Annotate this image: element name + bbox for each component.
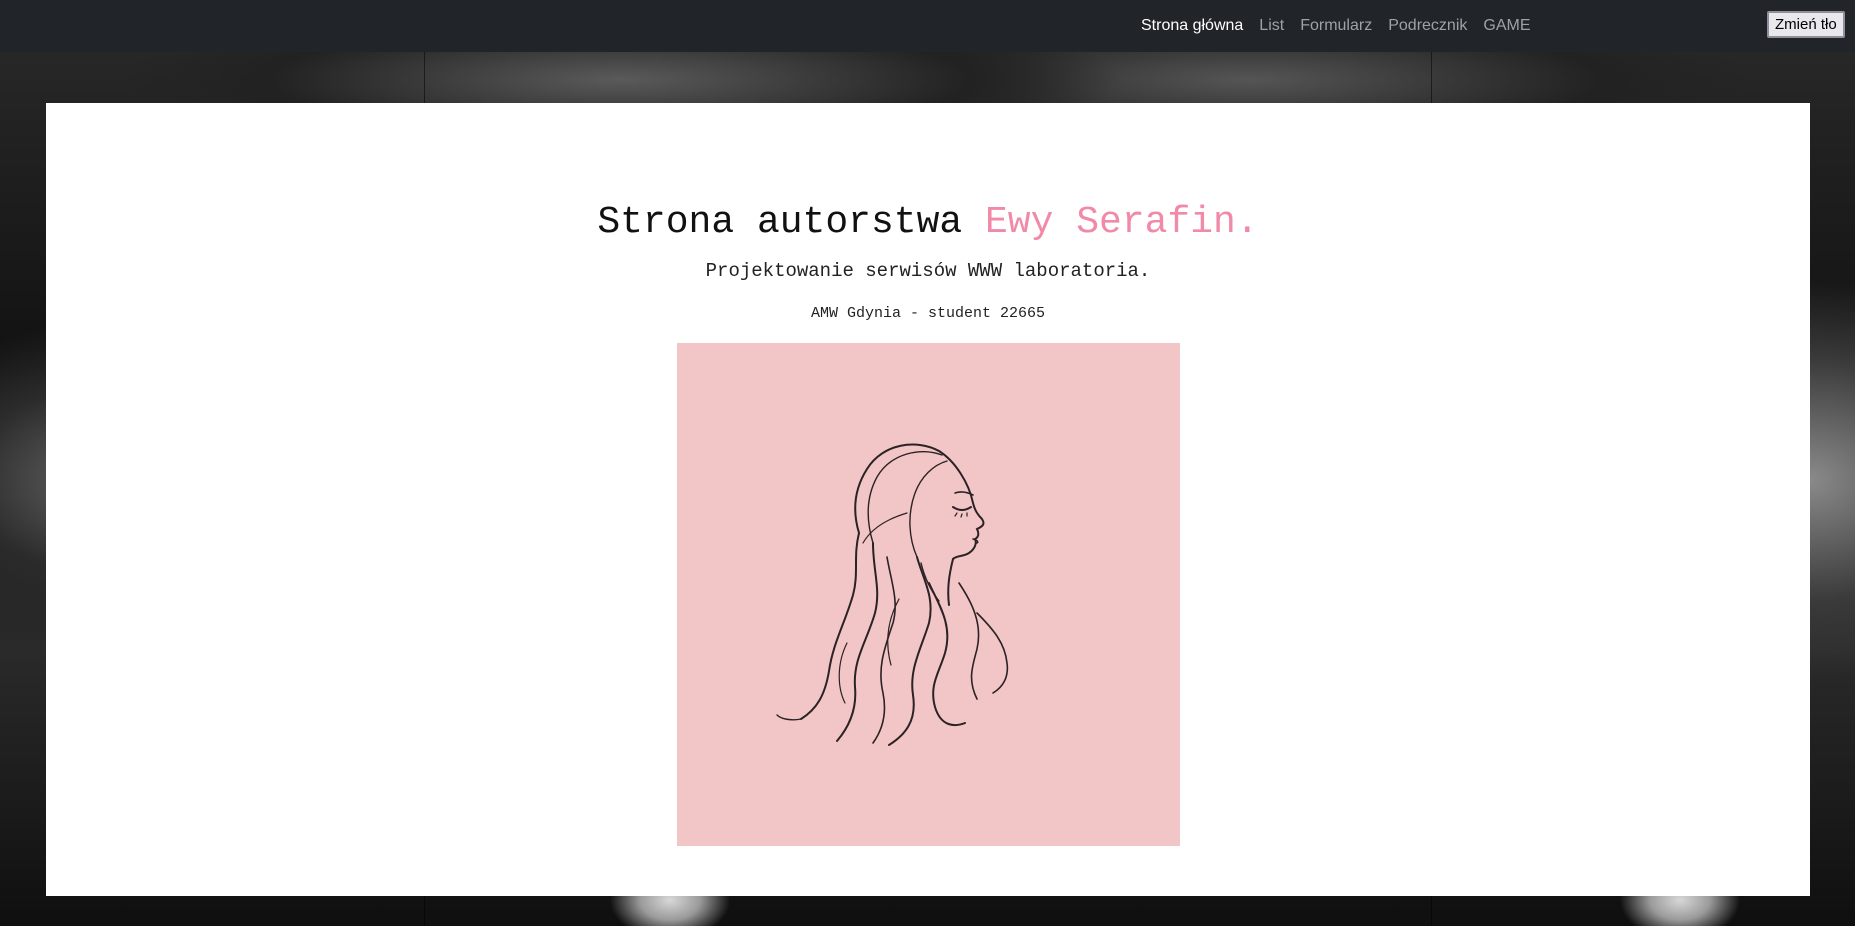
nav-item-handbook[interactable]: Podrecznik xyxy=(1380,0,1475,52)
nav-item-game[interactable]: GAME xyxy=(1475,0,1538,52)
nav-links: Strona główna List Formularz Podrecznik … xyxy=(1133,0,1539,52)
page-subtitle: Projektowanie serwisów WWW laboratoria. xyxy=(705,260,1151,282)
nav-item-list[interactable]: List xyxy=(1251,0,1292,52)
navbar: Strona główna List Formularz Podrecznik … xyxy=(0,0,1855,52)
nav-item-form[interactable]: Formularz xyxy=(1292,0,1380,52)
nav-item-home[interactable]: Strona główna xyxy=(1133,0,1251,52)
change-background-button[interactable]: Zmień tło xyxy=(1767,11,1845,38)
title-prefix: Strona autorstwa xyxy=(597,201,985,244)
woman-line-drawing-icon xyxy=(776,443,1009,746)
main-card: Strona autorstwa Ewy Serafin. Projektowa… xyxy=(46,103,1810,896)
page-title: Strona autorstwa Ewy Serafin. xyxy=(46,201,1810,244)
portrait-image xyxy=(677,343,1180,846)
student-info: AMW Gdynia - student 22665 xyxy=(810,305,1046,322)
author-name: Ewy Serafin. xyxy=(985,201,1259,244)
